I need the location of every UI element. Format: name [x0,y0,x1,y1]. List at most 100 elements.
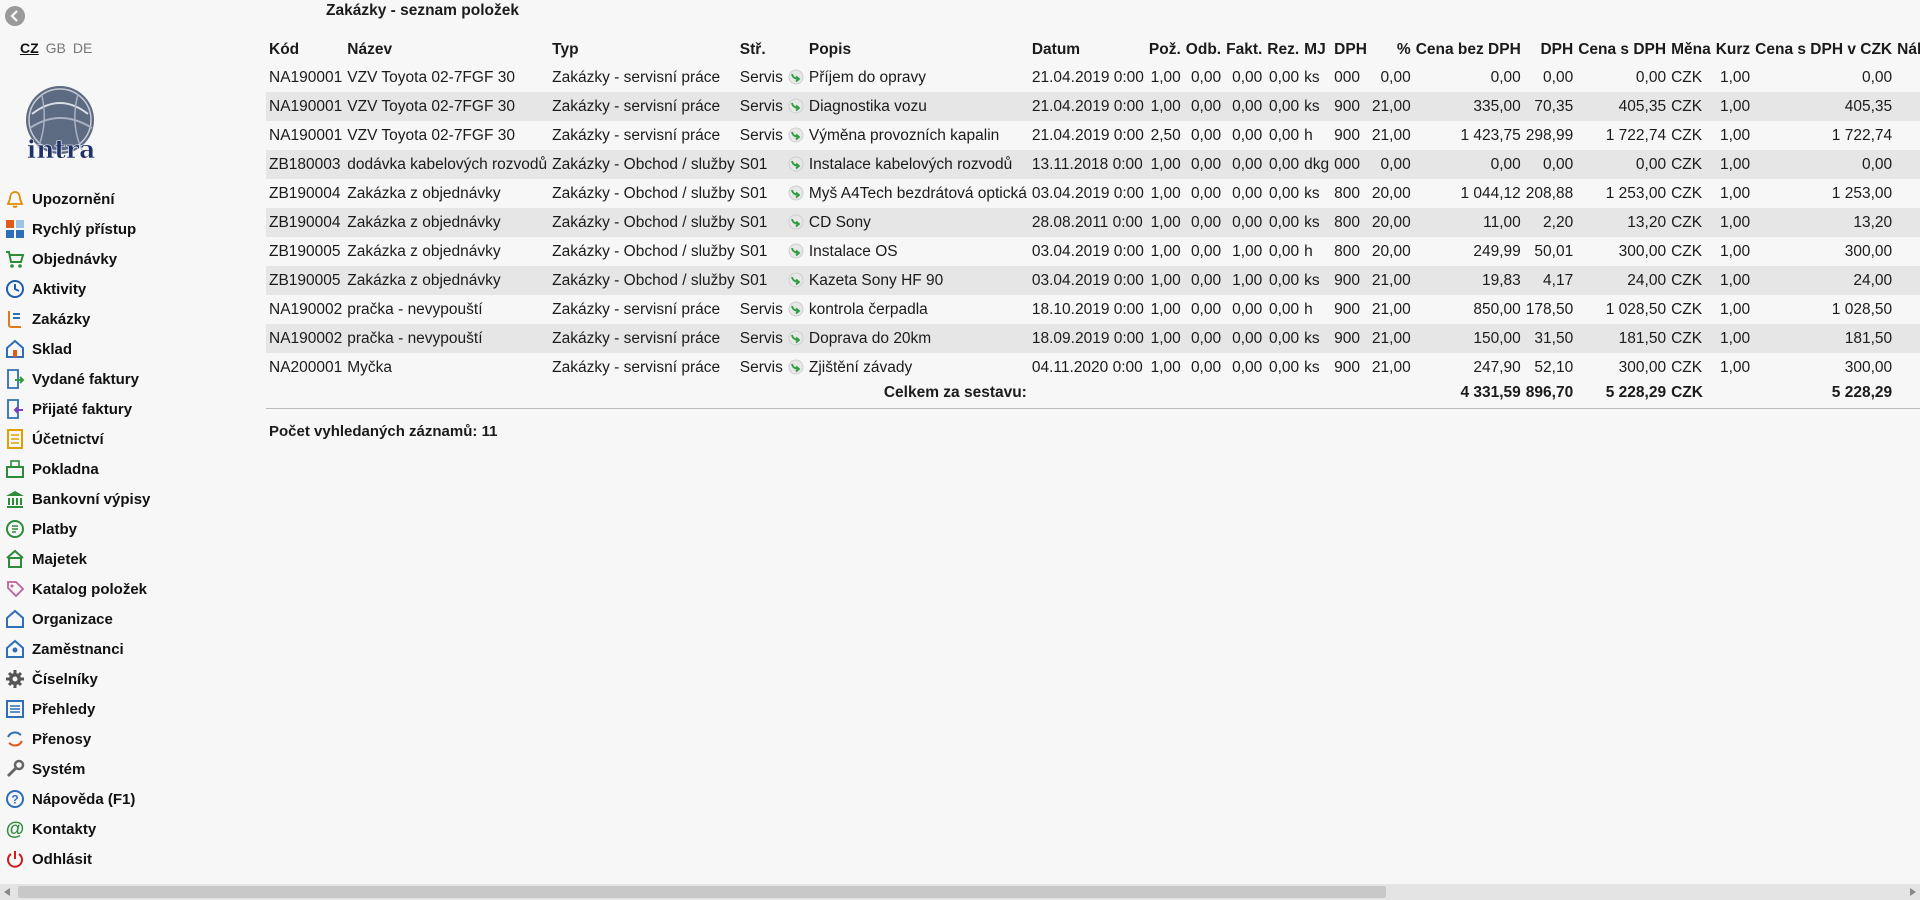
collapse-sidebar-button[interactable] [5,6,25,26]
column-header[interactable]: DPH [1331,36,1369,63]
table-cell: CZK [1668,237,1713,266]
table-row[interactable]: ZB180003 dodávka kabelových rozvodů Zakázk… [266,150,1920,179]
column-header[interactable]: Kód [266,36,344,63]
item-arrow-icon[interactable] [788,98,804,114]
table-cell: 28.08.2011 0:00 [1028,208,1146,237]
lang-de[interactable]: DE [73,40,92,56]
lang-gb[interactable]: GB [46,40,66,56]
column-header[interactable]: MJ [1301,36,1331,63]
table-row[interactable]: NA190002 pračka - nevypouští Zakázky - ser… [266,324,1920,353]
sidebar-item-7[interactable]: Přijaté faktury [0,394,240,424]
table-cell: 1,00 [1712,63,1753,92]
item-arrow-icon[interactable] [788,243,804,259]
sidebar-item-21[interactable]: @ Kontakty [0,814,240,844]
lang-cz[interactable]: CZ [20,40,39,56]
row-action-cell [784,353,806,382]
scroll-right-icon[interactable] [1910,888,1916,896]
sidebar-item-20[interactable]: ? Nápověda (F1) [0,784,240,814]
scrollbar-thumb[interactable] [18,886,1386,898]
item-arrow-icon[interactable] [788,156,804,172]
item-arrow-icon[interactable] [788,330,804,346]
item-arrow-icon[interactable] [788,69,804,85]
table-row[interactable]: ZB190004 Zakázka z objednávky Zakázky - Ob… [266,179,1920,208]
sidebar-item-label: Přenosy [32,730,92,748]
column-header[interactable]: Stř. [737,36,785,63]
table-row[interactable]: NA200001 Myčka Zakázky - servisní práce Ser… [266,353,1920,382]
total-cell [1264,382,1302,404]
sidebar-item-18[interactable]: Přenosy [0,724,240,754]
horizontal-scrollbar[interactable] [0,884,1920,900]
column-header[interactable]: Kurz [1713,36,1752,63]
column-header[interactable]: Měna [1668,36,1713,63]
sidebar-item-14[interactable]: Organizace [0,604,240,634]
row-action-cell [784,63,806,92]
sidebar-item-13[interactable]: Katalog položek [0,574,240,604]
sidebar-item-6[interactable]: Vydané faktury [0,364,240,394]
column-header[interactable]: Odb. [1183,36,1223,63]
column-header[interactable]: Název [344,36,549,63]
sidebar-item-2[interactable]: Objednávky [0,244,240,274]
item-arrow-icon[interactable] [788,127,804,143]
item-arrow-icon[interactable] [788,214,804,230]
sidebar-item-10[interactable]: Bankovní výpisy [0,484,240,514]
svg-text:?: ? [11,793,18,807]
item-arrow-icon[interactable] [788,301,804,317]
sidebar-item-9[interactable]: Pokladna [0,454,240,484]
total-label: Celkem za sestavu: [805,382,1029,404]
svg-text:intra: intra [27,135,96,162]
item-arrow-icon[interactable] [788,359,804,375]
table-row[interactable]: NA190001 VZV Toyota 02-7FGF 30 Zakázky - s… [266,92,1920,121]
total-cell [549,382,737,404]
sidebar-item-12[interactable]: Majetek [0,544,240,574]
column-header[interactable]: Cena s DPH [1575,36,1668,63]
column-header[interactable]: DPH [1523,36,1575,63]
table-row[interactable]: ZB190005 Zakázka z objednávky Zakázky - Ob… [266,266,1920,295]
item-arrow-icon[interactable] [788,185,804,201]
table-cell: 1,00 [1145,208,1183,237]
item-arrow-icon[interactable] [788,272,804,288]
table-cell: Zakázky - servisní práce [549,121,737,150]
sidebar-item-15[interactable]: Zaměstnanci [0,634,240,664]
table-row[interactable]: ZB190005 Zakázka z objednávky Zakázky - Ob… [266,237,1920,266]
column-header[interactable] [785,36,806,63]
table-cell: S01 [736,266,785,295]
scroll-left-icon[interactable] [4,888,10,896]
column-header[interactable]: Náklady [1894,36,1920,63]
table-row[interactable]: NA190001 VZV Toyota 02-7FGF 30 Zakázky - s… [266,63,1920,92]
table-cell: 31,50 [1522,324,1576,353]
column-header[interactable]: Fakt. [1223,36,1264,63]
column-header[interactable]: Popis [806,36,1029,63]
table-cell: S01 [736,179,785,208]
table-row[interactable]: NA190002 pračka - nevypouští Zakázky - ser… [266,295,1920,324]
sidebar-item-17[interactable]: Přehledy [0,694,240,724]
sidebar-item-11[interactable]: Platby [0,514,240,544]
sidebar-item-4[interactable]: Zakázky [0,304,240,334]
results-table: Kód Název Typ Stř. Popis Datum Pož. Odb. Fakt. Re… [266,36,1920,404]
table-cell: h [1301,295,1332,324]
sidebar-item-5[interactable]: Sklad [0,334,240,364]
column-header[interactable]: Rez. [1264,36,1301,63]
sidebar-item-3[interactable]: Aktivity [0,274,240,304]
row-action-cell [784,92,806,121]
column-header[interactable]: Datum [1029,36,1146,63]
table-cell: 000 [1331,63,1369,92]
sidebar-item-19[interactable]: Systém [0,754,240,784]
sidebar-item-label: Kontakty [32,820,97,838]
table-row[interactable]: NA190001 VZV Toyota 02-7FGF 30 Zakázky - s… [266,121,1920,150]
table-cell: ZB190004 [266,179,345,208]
column-header[interactable]: Typ [549,36,737,63]
column-header[interactable]: Cena s DPH v CZK [1752,36,1894,63]
column-header[interactable]: Pož. [1146,36,1183,63]
table-row[interactable]: ZB190004 Zakázka z objednávky Zakázky - Ob… [266,208,1920,237]
sidebar-item-8[interactable]: Účetnictví [0,424,240,454]
table-cell: Zakázky - Obchod / služby [549,179,737,208]
sidebar-item-16[interactable]: Číselníky [0,664,240,694]
table-cell: 1 028,50 [1752,295,1895,324]
column-header[interactable]: Cena bez DPH [1413,36,1523,63]
sidebar-item-0[interactable]: Upozornění [0,184,240,214]
table-cell: pračka - nevypouští [344,295,550,324]
payments-icon [4,518,26,540]
column-header[interactable]: % [1369,36,1413,63]
sidebar-item-22[interactable]: Odhlásit [0,844,240,874]
sidebar-item-1[interactable]: Rychlý přístup [0,214,240,244]
